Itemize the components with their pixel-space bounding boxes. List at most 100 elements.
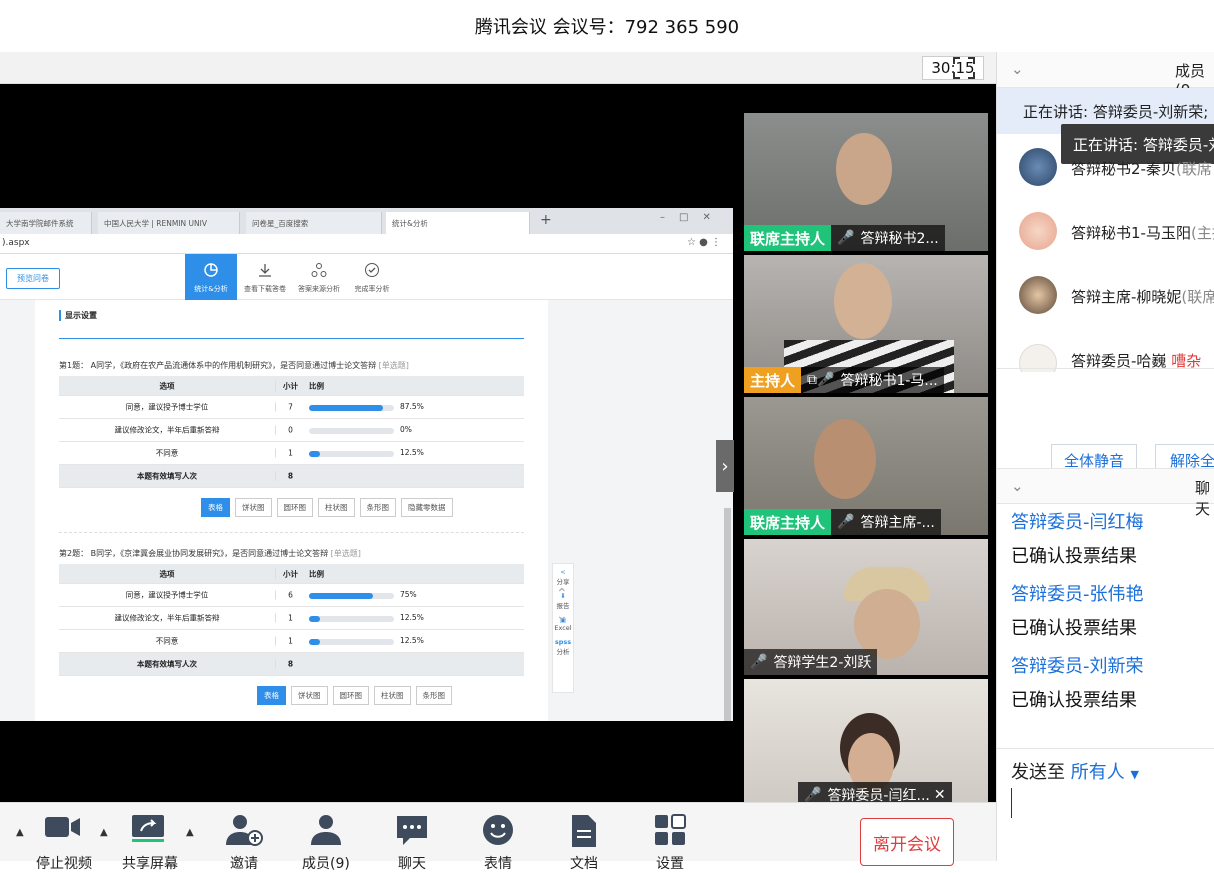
participant-face: [834, 263, 892, 339]
table-view-button[interactable]: 表格: [201, 498, 230, 517]
question-type: [单选题]: [378, 361, 409, 370]
scroll-arrows-icon[interactable]: ⌃ ⌄: [556, 583, 568, 627]
emoji-icon[interactable]: [478, 813, 518, 853]
video-tile[interactable]: 联席主持人 🎤 答辩主席-...: [744, 397, 988, 535]
caret-up-icon[interactable]: ▲: [16, 827, 24, 838]
browser-tab[interactable]: 问卷星_百度搜索: [246, 212, 382, 234]
member-item[interactable]: 答辩主席-柳晓妮(联席: [997, 266, 1214, 326]
option-label: 不同意: [155, 448, 179, 458]
option-percent: 0%: [400, 425, 412, 434]
chat-input[interactable]: [997, 788, 1214, 861]
avatar: [1019, 148, 1057, 186]
cohost-badge: 联席主持人: [744, 509, 832, 535]
dropdown-icon: ▼: [1130, 768, 1139, 781]
completion-analysis-tool[interactable]: 完成率分析: [346, 254, 398, 300]
send-to-selector[interactable]: 发送至 所有人 ▼: [1011, 758, 1139, 784]
members-icon[interactable]: [306, 813, 346, 853]
video-top-strip: [0, 52, 996, 84]
close-icon[interactable]: ✕: [934, 787, 946, 802]
member-role: (联席: [1175, 160, 1212, 178]
fullscreen-icon[interactable]: [951, 55, 977, 81]
collapse-icon[interactable]: ⌄: [1011, 60, 1024, 78]
pie-view-button[interactable]: 饼状图: [235, 498, 272, 517]
table-row: 不同意 1 12.5%: [59, 630, 524, 653]
option-label: 建议修改论文，半年后重新答辩: [114, 613, 220, 623]
table-header: 选项 小计 比例: [59, 564, 524, 584]
pie-view-button[interactable]: 饼状图: [291, 686, 328, 705]
member-item[interactable]: 答辩委员-哈巍 嘈杂: [997, 332, 1214, 372]
chevron-right-icon[interactable]: ›: [716, 440, 734, 492]
participant-name: 答辩委员-闫红...: [827, 788, 930, 802]
video-label: 主持人 ⧉🎤 答辩秘书1-马...: [744, 367, 944, 393]
invite-icon[interactable]: [224, 813, 264, 853]
chat-sender[interactable]: 答辩委员-闫红梅: [1011, 508, 1144, 534]
address-bar[interactable]: ).aspx ☆ ● ⋮: [0, 234, 733, 254]
option-percent: 12.5%: [400, 613, 424, 622]
host-badge: 主持人: [744, 367, 802, 393]
video-tile[interactable]: 🎤 答辩委员-闫红... ✕: [744, 679, 988, 802]
video-tile[interactable]: 🎤 答辩学生2-刘跃: [744, 539, 988, 675]
table-total-row: 本题有效填写人次 8: [59, 653, 524, 676]
leave-meeting-button[interactable]: 离开会议: [860, 818, 954, 866]
spss-label[interactable]: spss: [553, 638, 573, 646]
scrollbar[interactable]: [724, 508, 731, 721]
document-icon[interactable]: [564, 813, 604, 853]
stop-video-label: 停止视频: [36, 856, 92, 872]
ratio-bar: [309, 428, 394, 434]
column-view-button[interactable]: 柱状图: [318, 498, 355, 517]
option-percent: 12.5%: [400, 636, 424, 645]
browser-menu-icon[interactable]: ☆ ● ⋮: [687, 237, 721, 248]
browser-tab[interactable]: 中国人民大学 | RENMIN UNIV: [98, 212, 240, 234]
microphone-icon: 🎤: [837, 230, 855, 246]
share-screen-icon[interactable]: [128, 813, 168, 853]
video-label: 🎤 答辩学生2-刘跃: [744, 649, 878, 675]
address-text: ).aspx: [2, 238, 30, 248]
hide-zero-button[interactable]: 隐藏零数据: [401, 498, 453, 517]
chat-header: ⌄ 聊天: [997, 468, 1214, 518]
share-icon[interactable]: <: [553, 568, 573, 576]
member-item[interactable]: 答辩秘书2-秦贝(联席: [997, 138, 1214, 198]
caret-up-icon[interactable]: ▲: [186, 827, 194, 838]
video-tile[interactable]: 主持人 ⧉🎤 答辩秘书1-马...: [744, 255, 988, 393]
option-count: 1: [275, 636, 305, 646]
stats-analysis-tool[interactable]: 统计&分析: [185, 254, 237, 300]
donut-view-button[interactable]: 圆环图: [276, 498, 313, 517]
right-panel: ⌄ 成员(9 正在讲话: 答辩委员-刘新荣; 正在讲话: 答辩委员-刘 答辩秘书…: [996, 52, 1214, 861]
table-row: 建议修改论文，半年后重新答辩 1 12.5%: [59, 607, 524, 630]
chat-message: 已确认投票结果: [1011, 546, 1137, 567]
collapse-icon[interactable]: ⌄: [1011, 477, 1024, 495]
browser-tab[interactable]: 大学南学院邮件系统: [0, 212, 92, 234]
bar-view-button[interactable]: 条形图: [415, 686, 452, 705]
question-1-table: 选项 小计 比例 同意，建议授予博士学位 7 87.5% 建议修改论文，半年后重…: [59, 376, 524, 488]
chat-sender[interactable]: 答辩委员-刘新荣: [1011, 652, 1144, 678]
settings-label: 设置: [656, 856, 684, 872]
settings-grid-icon[interactable]: [650, 813, 690, 853]
divider: [59, 338, 524, 339]
chat-sender[interactable]: 答辩委员-张伟艳: [1011, 580, 1144, 606]
window-controls-icon[interactable]: –□✕: [660, 212, 725, 223]
source-analysis-tool[interactable]: 答案来源分析: [293, 254, 345, 300]
option-label: 同意，建议授予博士学位: [125, 402, 209, 412]
members-label: 成员(9): [302, 856, 350, 872]
new-tab-icon[interactable]: +: [540, 212, 552, 228]
table-row: 不同意 1 12.5%: [59, 442, 524, 465]
divider: [59, 532, 524, 533]
microphone-icon: 🎤: [837, 514, 855, 530]
video-tile[interactable]: 联席主持人 🎤 答辩秘书2...: [744, 113, 988, 251]
browser-tab-active[interactable]: 统计&分析: [386, 212, 530, 234]
donut-view-button[interactable]: 圆环图: [332, 686, 369, 705]
table-row: 建议修改论文，半年后重新答辩 0 0%: [59, 419, 524, 442]
participant-name: 答辩秘书2...: [860, 231, 939, 247]
table-view-button[interactable]: 表格: [257, 686, 286, 705]
member-name: 答辩主席-柳晓妮: [1071, 288, 1182, 306]
member-item[interactable]: 答辩秘书1-马玉阳(主持: [997, 200, 1214, 260]
shared-screen-content: 大学南学院邮件系统 中国人民大学 | RENMIN UNIV 问卷星_百度搜索 …: [0, 208, 733, 721]
bar-view-button[interactable]: 条形图: [359, 498, 396, 517]
table-header: 选项 小计 比例: [59, 376, 524, 396]
column-view-button[interactable]: 柱状图: [374, 686, 411, 705]
download-answers-tool[interactable]: 查看下载答卷: [239, 254, 291, 300]
chat-icon[interactable]: [392, 813, 432, 853]
caret-up-icon[interactable]: ▲: [100, 827, 108, 838]
video-camera-icon[interactable]: [43, 813, 83, 853]
preview-survey-button[interactable]: 预览问卷: [6, 268, 60, 289]
